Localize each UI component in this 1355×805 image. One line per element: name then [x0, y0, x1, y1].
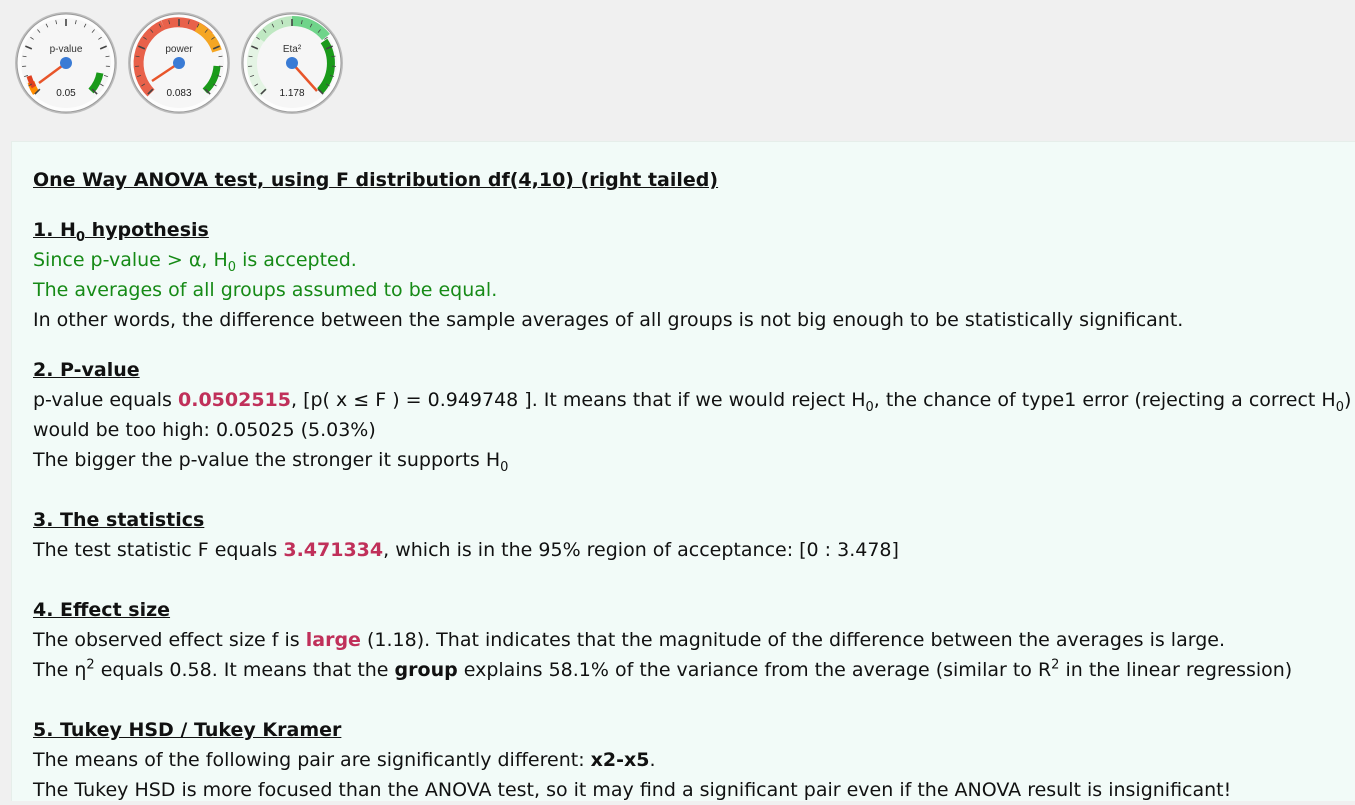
gauge-value: 0.05: [14, 88, 118, 99]
gauge-label: power: [127, 44, 231, 55]
p-value-gauge: p-value 0.05: [14, 11, 118, 115]
hypothesis-explanation: In other words, the difference between t…: [33, 305, 1355, 335]
gauge-value: 1.178: [240, 88, 344, 99]
section-statistics-heading: 3. The statistics: [33, 505, 1355, 535]
tukey-result: The means of the following pair are sign…: [33, 745, 1355, 775]
pvalue-text: p-value equals 0.0502515, [p( x ≤ F ) = …: [33, 385, 1355, 445]
eta-squared-text: The η2 equals 0.58. It means that the gr…: [33, 655, 1355, 685]
f-statistic-value: 3.471334: [283, 539, 383, 561]
eta-squared-gauge: Eta² 1.178: [240, 11, 344, 115]
gauge-value: 0.083: [127, 88, 231, 99]
pvalue-note: The bigger the p-value the stronger it s…: [33, 445, 1355, 475]
hypothesis-result: Since p-value > α, H0 is accepted.: [33, 245, 1355, 275]
section-hypothesis-heading: 1. H0 hypothesis: [33, 215, 1355, 245]
statistics-text: The test statistic F equals 3.471334, wh…: [33, 535, 1355, 565]
gauge-label: Eta²: [240, 44, 344, 55]
power-gauge: power 0.083: [127, 11, 231, 115]
hypothesis-conclusion: The averages of all groups assumed to be…: [33, 275, 1355, 305]
pvalue-number: 0.0502515: [178, 389, 291, 411]
section-pvalue-heading: 2. P-value: [33, 355, 1355, 385]
section-tukey-heading: 5. Tukey HSD / Tukey Kramer: [33, 715, 1355, 745]
results-panel: One Way ANOVA test, using F distribution…: [11, 141, 1355, 801]
effect-size-text: The observed effect size f is large (1.1…: [33, 625, 1355, 655]
anova-report: One Way ANOVA test, using F distribution…: [33, 165, 1355, 805]
effect-size-label: large: [306, 629, 361, 651]
report-title: One Way ANOVA test, using F distribution…: [33, 165, 1355, 195]
section-effect-size-heading: 4. Effect size: [33, 595, 1355, 625]
gauge-label: p-value: [14, 44, 118, 55]
